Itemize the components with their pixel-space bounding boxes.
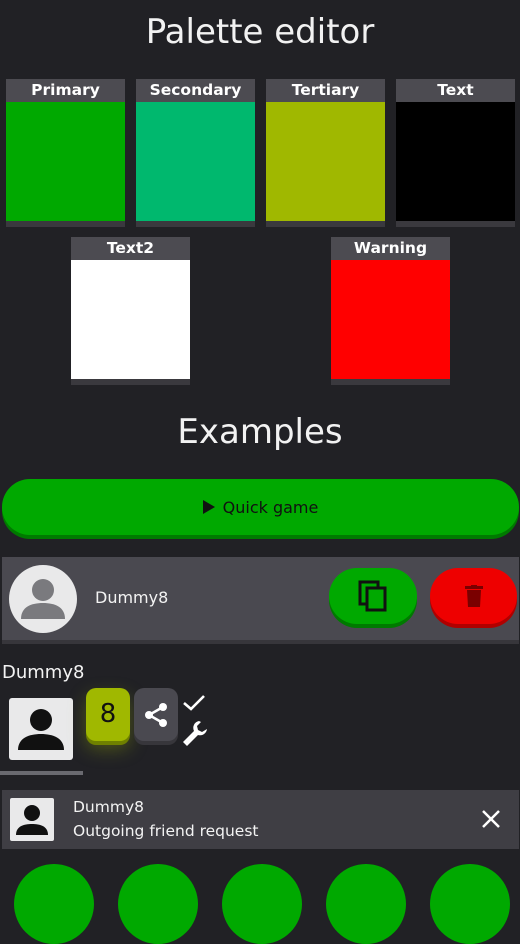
bottom-round-button[interactable] xyxy=(14,864,94,944)
swatch-label: Primary xyxy=(6,79,125,102)
swatch-color[interactable] xyxy=(6,102,125,221)
copy-icon xyxy=(358,580,387,612)
swatch-footer xyxy=(136,221,255,227)
swatch-secondary[interactable]: Secondary xyxy=(136,79,255,227)
swatch-label: Tertiary xyxy=(266,79,385,102)
swatch-label: Text xyxy=(396,79,515,102)
share-icon xyxy=(145,702,167,727)
bottom-round-button[interactable] xyxy=(326,864,406,944)
swatch-color[interactable] xyxy=(136,102,255,221)
swatch-footer xyxy=(71,379,190,385)
tile-selection-underline xyxy=(0,771,83,775)
swatch-text[interactable]: Text xyxy=(396,79,515,227)
level-badge[interactable]: 8 xyxy=(86,688,130,741)
bottom-round-button[interactable] xyxy=(222,864,302,944)
close-icon[interactable] xyxy=(480,808,502,830)
notification-user-name: Dummy8 xyxy=(73,798,144,816)
user-tile-name: Dummy8 xyxy=(2,662,85,683)
swatch-footer xyxy=(266,221,385,227)
quick-game-button[interactable]: Quick game xyxy=(2,479,519,535)
swatch-footer xyxy=(396,221,515,227)
swatch-text2[interactable]: Text2 xyxy=(71,237,190,385)
delete-button[interactable] xyxy=(430,568,517,624)
swatch-color[interactable] xyxy=(396,102,515,221)
bottom-round-button[interactable] xyxy=(118,864,198,944)
examples-heading: Examples xyxy=(177,412,343,452)
person-icon xyxy=(9,565,77,633)
notification-message: Outgoing friend request xyxy=(73,822,259,840)
swatch-color[interactable] xyxy=(71,260,190,379)
person-icon[interactable] xyxy=(9,698,73,760)
swatch-label: Secondary xyxy=(136,79,255,102)
swatch-warning[interactable]: Warning xyxy=(331,237,450,385)
player-card: Dummy8 xyxy=(2,557,519,640)
friend-request-notification: Dummy8 Outgoing friend request xyxy=(2,790,519,849)
play-icon xyxy=(202,500,215,514)
swatch-footer xyxy=(6,221,125,227)
wrench-icon xyxy=(183,721,207,746)
person-icon xyxy=(10,798,54,841)
swatch-label: Warning xyxy=(331,237,450,260)
copy-button[interactable] xyxy=(329,568,417,624)
swatch-footer xyxy=(331,379,450,385)
swatch-primary[interactable]: Primary xyxy=(6,79,125,227)
swatch-color[interactable] xyxy=(331,260,450,379)
swatch-label: Text2 xyxy=(71,237,190,260)
quick-game-label: Quick game xyxy=(222,497,319,517)
share-button[interactable] xyxy=(134,688,178,741)
trash-icon xyxy=(464,585,483,607)
bottom-round-button[interactable] xyxy=(430,864,510,944)
player-name: Dummy8 xyxy=(95,588,169,607)
swatch-color[interactable] xyxy=(266,102,385,221)
page-title: Palette editor xyxy=(145,12,375,52)
check-icon xyxy=(183,695,205,711)
swatch-tertiary[interactable]: Tertiary xyxy=(266,79,385,227)
